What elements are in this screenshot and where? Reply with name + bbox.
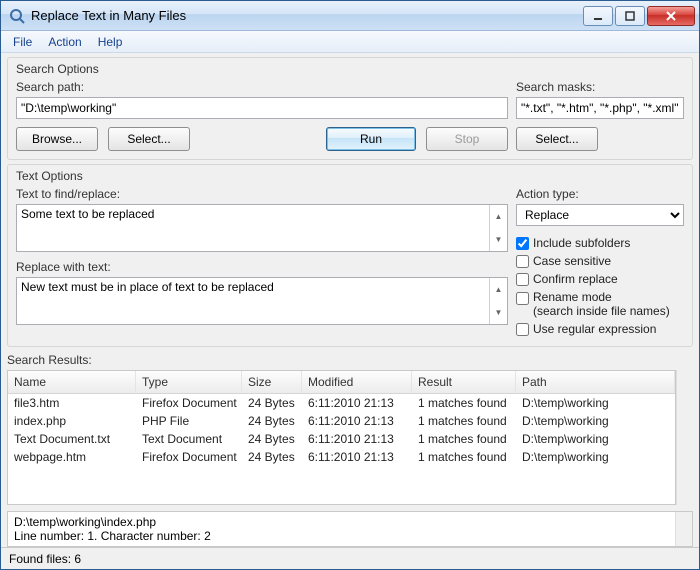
replace-textarea[interactable]: New text must be in place of text to be …	[17, 278, 489, 324]
table-row[interactable]: webpage.htmFirefox Document24 Bytes6:11:…	[8, 448, 675, 466]
find-spin-up[interactable]: ▲	[489, 205, 507, 228]
search-options-title: Search Options	[16, 62, 684, 76]
app-window: Replace Text in Many Files File Action H…	[0, 0, 700, 570]
cell-name: file3.htm	[8, 395, 136, 411]
table-row[interactable]: Text Document.txtText Document24 Bytes6:…	[8, 430, 675, 448]
cell-type: Firefox Document	[136, 449, 242, 465]
col-modified[interactable]: Modified	[302, 371, 412, 393]
replace-label: Replace with text:	[16, 260, 508, 274]
col-path[interactable]: Path	[516, 371, 675, 393]
cell-path: D:\temp\working	[516, 431, 675, 447]
col-name[interactable]: Name	[8, 371, 136, 393]
search-results: Search Results: Name Type Size Modified …	[7, 353, 693, 505]
text-options-group: Text Options Text to find/replace: Some …	[7, 164, 693, 347]
find-text-wrap: Some text to be replaced ▲▼	[16, 204, 508, 252]
replace-spin-up[interactable]: ▲	[489, 278, 507, 301]
results-scrollbar[interactable]	[676, 370, 693, 505]
find-textarea[interactable]: Some text to be replaced	[17, 205, 489, 251]
browse-button[interactable]: Browse...	[16, 127, 98, 151]
cell-type: Text Document	[136, 431, 242, 447]
use-regex-check[interactable]: Use regular expression	[516, 322, 684, 336]
cell-type: Firefox Document	[136, 395, 242, 411]
rename-mode-check[interactable]: Rename mode(search inside file names)	[516, 290, 684, 318]
cell-name: index.php	[8, 413, 136, 429]
status-found: Found files: 6	[9, 552, 81, 566]
statusbar: Found files: 6	[1, 547, 699, 569]
cell-result: 1 matches found	[412, 395, 516, 411]
results-title: Search Results:	[7, 353, 693, 367]
table-header[interactable]: Name Type Size Modified Result Path	[8, 371, 675, 394]
cell-name: webpage.htm	[8, 449, 136, 465]
select-masks-button[interactable]: Select...	[516, 127, 598, 151]
cell-path: D:\temp\working	[516, 395, 675, 411]
include-subfolders-check[interactable]: Include subfolders	[516, 236, 684, 250]
cell-modified: 6:11:2010 21:13	[302, 395, 412, 411]
col-size[interactable]: Size	[242, 371, 302, 393]
action-type-select[interactable]: Replace	[516, 204, 684, 226]
cell-path: D:\temp\working	[516, 413, 675, 429]
cell-result: 1 matches found	[412, 431, 516, 447]
cell-result: 1 matches found	[412, 413, 516, 429]
cell-path: D:\temp\working	[516, 449, 675, 465]
stop-button[interactable]: Stop	[426, 127, 508, 151]
cell-name: Text Document.txt	[8, 431, 136, 447]
window-title: Replace Text in Many Files	[31, 8, 583, 23]
detail-path: D:\temp\working\index.php	[14, 515, 675, 529]
table-row[interactable]: file3.htmFirefox Document24 Bytes6:11:20…	[8, 394, 675, 412]
menubar: File Action Help	[1, 31, 699, 53]
run-button[interactable]: Run	[326, 127, 416, 151]
menu-help[interactable]: Help	[90, 33, 131, 51]
search-masks-input[interactable]	[516, 97, 684, 119]
search-path-input[interactable]	[16, 97, 508, 119]
cell-size: 24 Bytes	[242, 395, 302, 411]
text-options-title: Text Options	[16, 169, 684, 183]
cell-type: PHP File	[136, 413, 242, 429]
table-row[interactable]: index.phpPHP File24 Bytes6:11:2010 21:13…	[8, 412, 675, 430]
cell-modified: 6:11:2010 21:13	[302, 413, 412, 429]
replace-text-wrap: New text must be in place of text to be …	[16, 277, 508, 325]
content: Search Options Search path: Browse... Se…	[1, 53, 699, 569]
cell-size: 24 Bytes	[242, 449, 302, 465]
col-type[interactable]: Type	[136, 371, 242, 393]
close-button[interactable]	[647, 6, 695, 26]
detail-scrollbar[interactable]	[675, 512, 692, 546]
case-sensitive-check[interactable]: Case sensitive	[516, 254, 684, 268]
titlebar[interactable]: Replace Text in Many Files	[1, 1, 699, 31]
minimize-button[interactable]	[583, 6, 613, 26]
app-icon	[9, 8, 25, 24]
menu-action[interactable]: Action	[40, 33, 89, 51]
maximize-button[interactable]	[615, 6, 645, 26]
confirm-replace-check[interactable]: Confirm replace	[516, 272, 684, 286]
cell-modified: 6:11:2010 21:13	[302, 449, 412, 465]
cell-size: 24 Bytes	[242, 431, 302, 447]
detail-panel: D:\temp\working\index.php Line number: 1…	[7, 511, 693, 547]
detail-position: Line number: 1. Character number: 2	[14, 529, 675, 543]
action-type-label: Action type:	[516, 187, 684, 201]
select-path-button[interactable]: Select...	[108, 127, 190, 151]
search-options-group: Search Options Search path: Browse... Se…	[7, 57, 693, 160]
cell-result: 1 matches found	[412, 449, 516, 465]
search-path-label: Search path:	[16, 80, 508, 94]
col-result[interactable]: Result	[412, 371, 516, 393]
menu-file[interactable]: File	[5, 33, 40, 51]
search-masks-label: Search masks:	[516, 80, 684, 94]
results-table[interactable]: Name Type Size Modified Result Path file…	[7, 370, 676, 505]
replace-spin-down[interactable]: ▼	[489, 301, 507, 324]
cell-size: 24 Bytes	[242, 413, 302, 429]
find-label: Text to find/replace:	[16, 187, 508, 201]
cell-modified: 6:11:2010 21:13	[302, 431, 412, 447]
find-spin-down[interactable]: ▼	[489, 228, 507, 251]
